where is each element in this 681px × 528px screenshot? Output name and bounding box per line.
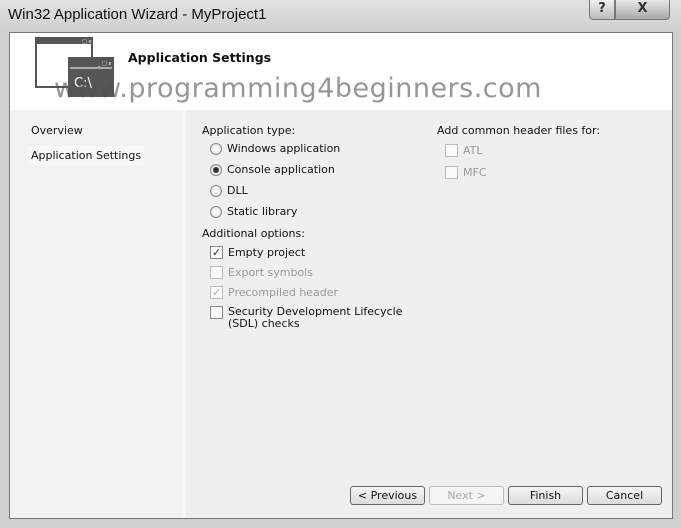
nav-item-overview[interactable]: Overview bbox=[28, 121, 86, 140]
page-title: Application Settings bbox=[128, 50, 272, 65]
svg-text:_ □ x: _ □ x bbox=[97, 61, 111, 67]
next-button: Next > bbox=[429, 486, 504, 505]
cancel-button[interactable]: Cancel bbox=[587, 486, 662, 505]
radio-windows-application[interactable]: Windows application bbox=[210, 142, 340, 155]
radio-icon[interactable] bbox=[210, 185, 222, 197]
checkbox-icon bbox=[210, 266, 223, 279]
checkbox-sdl-checks[interactable]: Security Development Lifecycle (SDL) che… bbox=[210, 306, 420, 330]
wizard-header: _ □ x _ □ x C:\ Application Settings www… bbox=[10, 33, 672, 110]
previous-button[interactable]: < Previous bbox=[350, 486, 425, 505]
checkbox-icon[interactable] bbox=[210, 306, 223, 319]
nav-item-application-settings[interactable]: Application Settings bbox=[28, 146, 145, 165]
radio-icon[interactable] bbox=[210, 206, 222, 218]
checkmark-icon: ✓ bbox=[210, 286, 223, 299]
checkbox-mfc: MFC bbox=[445, 166, 487, 179]
svg-text:_ □ x: _ □ x bbox=[77, 39, 91, 45]
application-type-label: Application type: bbox=[202, 124, 296, 137]
window-title: Win32 Application Wizard - MyProject1 bbox=[8, 6, 267, 23]
checkbox-icon bbox=[445, 144, 458, 157]
checkbox-icon bbox=[445, 166, 458, 179]
radio-console-application[interactable]: Console application bbox=[210, 163, 335, 176]
header-files-label: Add common header files for: bbox=[437, 124, 601, 137]
radio-selected-icon[interactable] bbox=[210, 164, 222, 176]
checkbox-export-symbols: Export symbols bbox=[210, 266, 313, 279]
help-button[interactable]: ? bbox=[589, 0, 615, 20]
checkbox-atl: ATL bbox=[445, 144, 483, 157]
checkbox-precompiled-header: ✓ Precompiled header bbox=[210, 286, 339, 299]
settings-panel: Application type: Windows application Co… bbox=[189, 110, 672, 518]
watermark: www.programming4beginners.com bbox=[54, 73, 542, 104]
title-bar: Win32 Application Wizard - MyProject1 ? … bbox=[0, 0, 681, 32]
close-button[interactable]: X bbox=[615, 0, 670, 20]
radio-static-library[interactable]: Static library bbox=[210, 205, 297, 218]
checkbox-empty-project[interactable]: ✓ Empty project bbox=[210, 246, 305, 259]
finish-button[interactable]: Finish bbox=[508, 486, 583, 505]
wizard-nav: Overview Application Settings bbox=[10, 110, 186, 518]
additional-options-label: Additional options: bbox=[202, 227, 305, 240]
wizard-dialog: _ □ x _ □ x C:\ Application Settings www… bbox=[9, 32, 673, 519]
checkmark-icon[interactable]: ✓ bbox=[210, 246, 223, 259]
radio-dll[interactable]: DLL bbox=[210, 184, 248, 197]
radio-icon[interactable] bbox=[210, 143, 222, 155]
